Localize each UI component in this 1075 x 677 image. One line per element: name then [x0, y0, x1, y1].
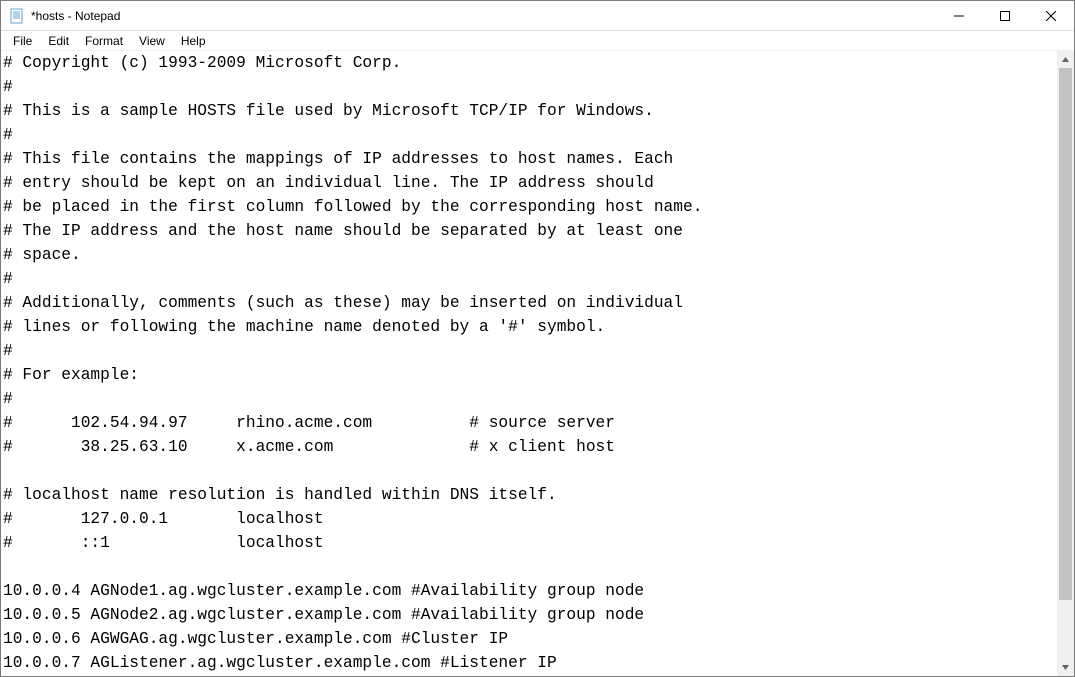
scroll-down-arrow-icon[interactable]	[1057, 659, 1074, 676]
window-title: *hosts - Notepad	[31, 9, 120, 23]
minimize-button[interactable]	[936, 1, 982, 31]
scrollbar-thumb[interactable]	[1059, 68, 1072, 600]
menu-view[interactable]: View	[131, 33, 173, 49]
scroll-up-arrow-icon[interactable]	[1057, 51, 1074, 68]
maximize-button[interactable]	[982, 1, 1028, 31]
scrollbar-track[interactable]	[1057, 68, 1074, 659]
notepad-window: *hosts - Notepad File Edit Format View H…	[0, 0, 1075, 677]
title-bar[interactable]: *hosts - Notepad	[1, 1, 1074, 31]
vertical-scrollbar[interactable]	[1057, 51, 1074, 676]
close-button[interactable]	[1028, 1, 1074, 31]
notepad-icon	[9, 8, 25, 24]
menu-help[interactable]: Help	[173, 33, 214, 49]
menu-bar: File Edit Format View Help	[1, 31, 1074, 51]
client-area: # Copyright (c) 1993-2009 Microsoft Corp…	[1, 51, 1074, 676]
text-editor[interactable]: # Copyright (c) 1993-2009 Microsoft Corp…	[1, 51, 1057, 676]
menu-format[interactable]: Format	[77, 33, 131, 49]
menu-edit[interactable]: Edit	[40, 33, 77, 49]
menu-file[interactable]: File	[5, 33, 40, 49]
